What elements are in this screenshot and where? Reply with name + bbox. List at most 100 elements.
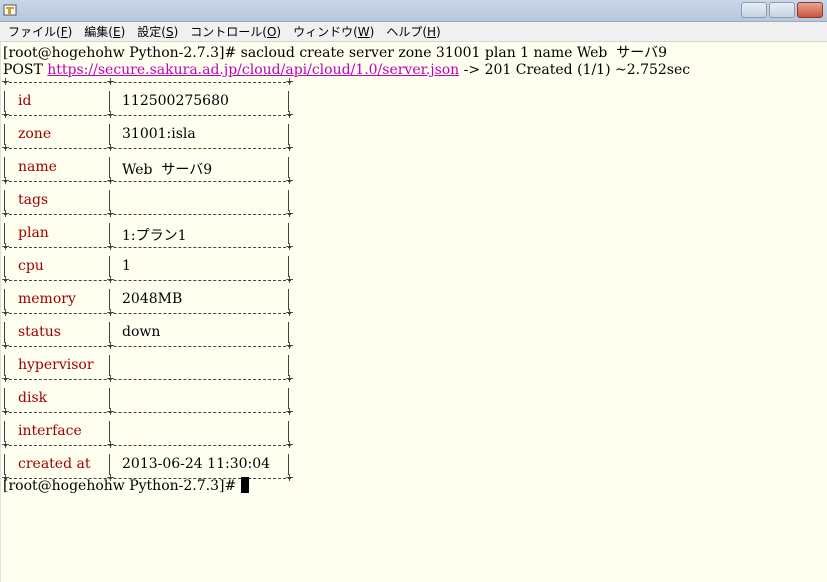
table-separator: + + + xyxy=(1,208,294,223)
table-corner: + xyxy=(285,108,295,121)
row-value: 31001:isla xyxy=(122,126,196,142)
table-corner: + xyxy=(285,174,295,187)
table-corner: + xyxy=(106,240,116,253)
window-title-bar[interactable] xyxy=(0,0,827,22)
table-row: status down xyxy=(4,322,291,343)
row-key: hypervisor xyxy=(18,357,94,373)
table-corner: + xyxy=(106,438,116,451)
table-corner: + xyxy=(106,306,116,319)
table-corner: + xyxy=(285,207,295,220)
table-separator: + + + xyxy=(1,109,294,124)
table-separator: + + + xyxy=(1,76,294,91)
table-corner: + xyxy=(285,372,295,385)
table-corner: + xyxy=(1,240,11,253)
table-corner: + xyxy=(1,108,11,121)
close-button[interactable] xyxy=(797,2,823,18)
table-row: zone 31001:isla xyxy=(4,124,291,145)
row-key: status xyxy=(18,324,61,340)
row-key: memory xyxy=(18,291,76,307)
table-separator: + + + xyxy=(1,406,294,421)
table-corner: + xyxy=(1,174,11,187)
menu-settings[interactable]: 設定(S) xyxy=(131,23,184,41)
table-corner: + xyxy=(1,207,11,220)
table-corner: + xyxy=(1,372,11,385)
table-corner: + xyxy=(285,240,295,253)
table-row: cpu 1 xyxy=(4,256,291,277)
post-result: -> 201 Created (1/1) ~2.752sec xyxy=(459,62,691,78)
menu-control[interactable]: コントロール(O) xyxy=(184,23,287,41)
minimize-button[interactable] xyxy=(741,2,767,18)
row-key: id xyxy=(18,93,32,109)
row-value: down xyxy=(122,324,161,340)
table-separator: + + + xyxy=(1,373,294,388)
row-key: plan xyxy=(18,225,49,241)
table-corner: + xyxy=(1,438,11,451)
table-corner: + xyxy=(285,141,295,154)
table-corner: + xyxy=(106,372,116,385)
result-table: + + + id 112500275680 + + + zone 31001:isla + + + nam… xyxy=(1,76,295,487)
menu-bar: ファイル(F) 編集(E) 設定(S) コントロール(O) ウィンドウ(W) ヘ… xyxy=(0,22,827,42)
row-value: 1:プラン1 xyxy=(122,228,187,244)
row-value: 2013-06-24 11:30:04 xyxy=(122,456,271,472)
table-row: disk xyxy=(4,388,291,409)
table-separator: + + + xyxy=(1,142,294,157)
table-separator: + + + xyxy=(1,274,294,289)
table-corner: + xyxy=(1,405,11,418)
table-corner: + xyxy=(285,405,295,418)
maximize-button[interactable] xyxy=(769,2,795,18)
row-key: cpu xyxy=(18,258,44,274)
table-corner: + xyxy=(106,273,116,286)
row-value: Web サーバ9 xyxy=(122,162,213,178)
row-key: zone xyxy=(18,126,52,142)
row-value: 112500275680 xyxy=(122,93,229,109)
table-corner: + xyxy=(106,339,116,352)
table-corner: + xyxy=(1,273,11,286)
table-corner: + xyxy=(285,75,295,88)
table-corner: + xyxy=(106,141,116,154)
command-line: [root@hogehohw Python-2.7.3]# sacloud cr… xyxy=(3,45,668,61)
menu-window[interactable]: ウィンドウ(W) xyxy=(287,23,380,41)
table-corner: + xyxy=(285,339,295,352)
table-corner: + xyxy=(106,174,116,187)
menu-help[interactable]: ヘルプ(H) xyxy=(380,23,446,41)
table-corner: + xyxy=(106,207,116,220)
menu-file[interactable]: ファイル(F) xyxy=(2,23,78,41)
row-key: name xyxy=(18,159,57,175)
teraterm-app-icon[interactable] xyxy=(3,3,17,17)
table-row: interface xyxy=(4,421,291,442)
table-corner: + xyxy=(1,75,11,88)
table-corner: + xyxy=(106,405,116,418)
prompt-text: [root@hogehohw Python-2.7.3]# xyxy=(3,478,241,494)
row-key: tags xyxy=(18,192,49,208)
table-separator: + + + xyxy=(1,175,294,190)
table-row: created at 2013-06-24 11:30:04 xyxy=(4,454,291,475)
table-corner: + xyxy=(1,339,11,352)
table-row: plan 1:プラン1 xyxy=(4,223,291,244)
text-cursor xyxy=(240,477,249,493)
table-row: hypervisor xyxy=(4,355,291,376)
table-separator: + + + xyxy=(1,439,294,454)
table-corner: + xyxy=(285,273,295,286)
row-key: interface xyxy=(18,423,82,439)
table-corner: + xyxy=(285,306,295,319)
table-corner: + xyxy=(285,471,295,484)
row-value: 2048MB xyxy=(122,291,183,307)
menu-edit[interactable]: 編集(E) xyxy=(78,23,131,41)
prompt-line[interactable]: [root@hogehohw Python-2.7.3]# xyxy=(3,477,249,494)
table-separator: + + + xyxy=(1,307,294,322)
row-key: created at xyxy=(18,456,91,472)
table-corner: + xyxy=(1,141,11,154)
table-row: id 112500275680 xyxy=(4,91,291,112)
table-corner: + xyxy=(285,438,295,451)
table-corner: + xyxy=(1,306,11,319)
table-row: memory 2048MB xyxy=(4,289,291,310)
table-row: name Web サーバ9 xyxy=(4,157,291,178)
table-separator: + + + xyxy=(1,340,294,355)
row-value: 1 xyxy=(122,258,131,274)
row-key: disk xyxy=(18,390,48,406)
table-separator: + + + xyxy=(1,241,294,256)
terminal-area[interactable]: [root@hogehohw Python-2.7.3]# sacloud cr… xyxy=(0,42,827,582)
table-row: tags xyxy=(4,190,291,211)
table-corner: + xyxy=(106,75,116,88)
table-corner: + xyxy=(106,108,116,121)
